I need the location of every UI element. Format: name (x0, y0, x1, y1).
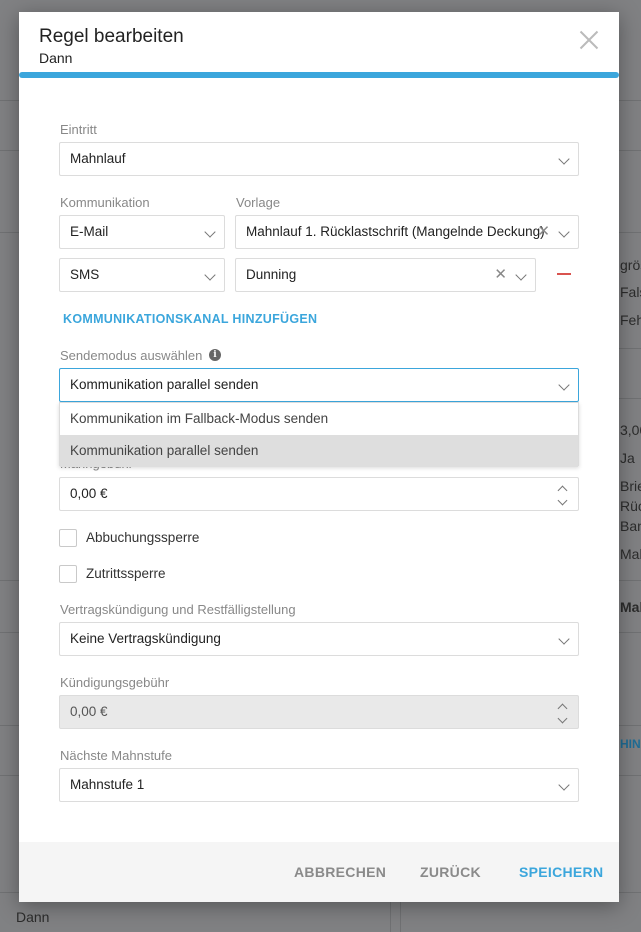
channel-value: SMS (70, 267, 100, 282)
eintritt-select[interactable]: Mahnlauf (59, 142, 579, 176)
sendemodus-value: Kommunikation parallel senden (70, 377, 259, 392)
chevron-down-icon (558, 226, 570, 238)
progress-bar (19, 72, 619, 78)
mahngebuehr-value: 0,00 € (70, 486, 108, 501)
remove-channel-icon[interactable] (557, 273, 571, 275)
clear-icon[interactable]: ✕ (494, 259, 507, 291)
edit-rule-modal: Regel bearbeiten Dann Eintritt Mahnlauf … (19, 12, 619, 902)
channel-select[interactable]: E-Mail (59, 215, 225, 249)
chevron-down-icon (204, 269, 216, 281)
chevron-down-icon (558, 153, 570, 165)
channel-select[interactable]: SMS (59, 258, 225, 292)
vertragskuendigung-value: Keine Vertragskündigung (70, 631, 221, 646)
dropdown-option[interactable]: Kommunikation parallel senden (60, 435, 578, 467)
bg-text: Mahr (620, 599, 641, 615)
bg-text: Fals (620, 284, 641, 300)
spin-down-icon (557, 713, 568, 724)
eintritt-label: Eintritt (60, 122, 97, 137)
mahngebuehr-input[interactable]: 0,00 € (59, 477, 579, 511)
template-select[interactable]: Mahnlauf 1. Rücklastschrift (Mangelnde D… (235, 215, 579, 249)
naechste-mahnstufe-value: Mahnstufe 1 (70, 777, 145, 792)
modal-footer: ABBRECHEN ZURÜCK SPEICHERN (19, 842, 619, 902)
back-button[interactable]: ZURÜCK (420, 864, 481, 880)
chevron-down-icon (558, 379, 570, 391)
template-value: Dunning (246, 267, 297, 282)
modal-subtitle: Dann (39, 50, 73, 66)
channel-value: E-Mail (70, 224, 109, 239)
bg-text: grös (620, 257, 641, 273)
naechste-mahnstufe-select[interactable]: Mahnstufe 1 (59, 768, 579, 802)
bg-text: Ban (620, 518, 641, 534)
info-icon[interactable]: i (209, 349, 221, 361)
abbuchungssperre-checkbox[interactable] (59, 529, 77, 547)
template-select[interactable]: Dunning ✕ (235, 258, 536, 292)
modal-title: Regel bearbeiten (39, 26, 184, 47)
sendemodus-select[interactable]: Kommunikation parallel senden (59, 368, 579, 402)
spin-down-icon[interactable] (557, 495, 568, 506)
add-channel-button[interactable]: KOMMUNIKATIONSKANAL HINZUFÜGEN (63, 312, 317, 326)
chevron-down-icon (558, 779, 570, 791)
save-button[interactable]: SPEICHERN (519, 864, 603, 880)
close-icon[interactable] (579, 30, 599, 50)
cancel-button[interactable]: ABBRECHEN (294, 864, 386, 880)
vertragskuendigung-label: Vertragskündigung und Restfälligstellung (60, 602, 296, 617)
bg-vdivider (400, 902, 401, 932)
template-value: Mahnlauf 1. Rücklastschrift (Mangelnde D… (246, 224, 545, 239)
zutrittssperre-label: Zutrittssperre (86, 566, 166, 581)
spin-up-icon[interactable] (557, 485, 568, 496)
dropdown-option[interactable]: Kommunikation im Fallback-Modus senden (60, 403, 578, 435)
vorlage-label: Vorlage (236, 195, 281, 210)
chevron-down-icon (558, 633, 570, 645)
bg-text: Feh (620, 312, 641, 328)
bg-link: HINZ (620, 737, 641, 751)
modal-header: Regel bearbeiten Dann (19, 12, 619, 79)
clear-icon[interactable]: ✕ (537, 216, 550, 248)
bg-text: Dann (16, 909, 50, 925)
kommunikation-label: Kommunikation (60, 195, 150, 210)
naechste-mahnstufe-label: Nächste Mahnstufe (60, 748, 173, 763)
chevron-down-icon (515, 269, 527, 281)
sendemodus-label: Sendemodus auswählen (60, 348, 203, 363)
bg-text: 3,00 (620, 422, 641, 438)
zutrittssperre-checkbox[interactable] (59, 565, 77, 583)
abbuchungssperre-label: Abbuchungssperre (86, 530, 200, 545)
spin-up-icon (557, 703, 568, 714)
bg-vdivider (390, 902, 391, 932)
vertragskuendigung-select[interactable]: Keine Vertragskündigung (59, 622, 579, 656)
chevron-down-icon (204, 226, 216, 238)
bg-text: Mah (620, 546, 641, 562)
bg-text: Rüc (620, 498, 641, 514)
eintritt-value: Mahnlauf (70, 151, 126, 166)
bg-text: Ja (620, 450, 635, 466)
bg-text: Brie (620, 478, 641, 494)
kuendigungsgebuehr-value: 0,00 € (70, 704, 108, 719)
sendemodus-dropdown: Kommunikation im Fallback-Modus senden K… (59, 402, 579, 467)
kuendigungsgebuehr-input: 0,00 € (59, 695, 579, 729)
kuendigungsgebuehr-label: Kündigungsgebühr (60, 675, 170, 690)
